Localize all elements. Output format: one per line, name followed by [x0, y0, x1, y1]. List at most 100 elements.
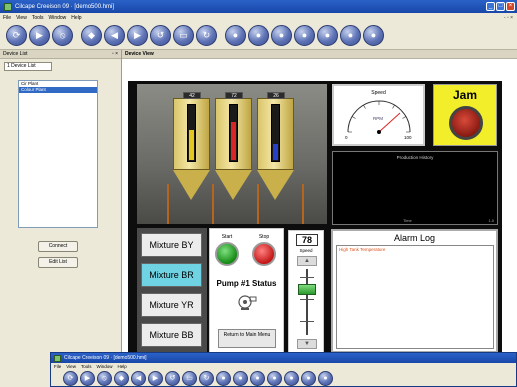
tank-scene: 42 72 26 [137, 84, 327, 224]
record-icon[interactable]: ● [271, 25, 292, 46]
tag-icon[interactable]: ◆ [114, 371, 129, 386]
maximize-button[interactable]: □ [496, 2, 505, 11]
redo-icon[interactable]: ↻ [196, 25, 217, 46]
jam-indicator: Jam [433, 84, 497, 146]
jam-title: Jam [452, 88, 478, 102]
start-label: Start [221, 234, 233, 240]
tank-readout: 26 [267, 92, 285, 99]
close-button[interactable]: × [506, 2, 515, 11]
redo-icon[interactable]: ↻ [199, 371, 214, 386]
second-window-title: Cilcape Creeison 09 · [demo500.hmi] [64, 355, 147, 361]
mixture-bb-button[interactable]: Mixture BB [141, 323, 202, 347]
device-listbox[interactable]: Cir Plant Colour Plant [18, 80, 98, 228]
menu-tools[interactable]: Tools [81, 364, 92, 369]
tank-leg [302, 184, 304, 224]
device-list-title: Device List [3, 51, 28, 57]
stop-icon[interactable]: ⦸ [97, 371, 112, 386]
pump-icon [238, 295, 257, 310]
connect-button[interactable]: Connect [38, 241, 78, 252]
menu-window[interactable]: Window [49, 15, 67, 21]
alarm-item[interactable]: High Tank Temperature [337, 246, 493, 253]
stop-icon[interactable]: ⦸ [52, 25, 73, 46]
tab-device-list[interactable]: 1 Device List [4, 62, 52, 71]
speed-slider-track[interactable] [306, 269, 308, 335]
pump-control-panel: Start Stop Pump #1 Status Return to Main… [209, 228, 284, 353]
stop-button[interactable] [252, 242, 276, 266]
minimize-button[interactable]: _ [486, 2, 495, 11]
record-icon[interactable]: ● [318, 371, 333, 386]
menu-tools[interactable]: Tools [32, 15, 44, 21]
record-icon[interactable]: ● [267, 371, 282, 386]
edit-list-button[interactable]: Edit List [38, 257, 78, 268]
forward-icon[interactable]: ▶ [148, 371, 163, 386]
screen-icon[interactable]: ▭ [182, 371, 197, 386]
record-icon[interactable]: ● [233, 371, 248, 386]
start-button[interactable] [215, 242, 239, 266]
tank-gauge [271, 104, 280, 162]
menu-view[interactable]: View [16, 15, 27, 21]
menu-file[interactable]: File [3, 15, 11, 21]
second-window-toolbar: ⟳ ▶ ⦸ ◆ ◀ ▶ ↺ ▭ ↻ ● ● ● ● ● ● ● [51, 370, 516, 386]
record-icon[interactable]: ● [284, 371, 299, 386]
slider-tick [300, 277, 314, 278]
menu-help[interactable]: Help [71, 15, 81, 21]
menu-help[interactable]: Help [117, 364, 126, 369]
record-icon[interactable]: ● [301, 371, 316, 386]
list-item[interactable]: Colour Plant [19, 87, 97, 93]
undo-icon[interactable]: ↺ [165, 371, 180, 386]
tank-leg [167, 184, 169, 224]
second-window-menu: File View Tools Window Help [51, 363, 516, 370]
alarm-list[interactable]: High Tank Temperature [336, 245, 494, 349]
history-title: Production History [396, 155, 434, 160]
tank-gauge [229, 104, 238, 162]
speedometer-unit: RPM [373, 116, 383, 121]
device-view-header: Device View [122, 50, 517, 59]
return-to-main-menu-button[interactable]: Return to Main Menu [218, 329, 276, 348]
menu-view[interactable]: View [66, 364, 76, 369]
mixture-br-button[interactable]: Mixture BR [141, 263, 202, 287]
pump-status-label: Pump #1 Status [216, 279, 277, 288]
undo-icon[interactable]: ↺ [150, 25, 171, 46]
refresh-icon[interactable]: ⟳ [63, 371, 78, 386]
record-icon[interactable]: ● [225, 25, 246, 46]
tank-level [273, 144, 278, 160]
second-window: Cilcape Creeison 09 · [demo500.hmi] File… [50, 352, 517, 387]
tank-readout: 42 [183, 92, 201, 99]
window-title: Cilcape Creeison 09 · [demo500.hmi] [15, 3, 115, 10]
alarm-log-title: Alarm Log [393, 233, 436, 243]
record-icon[interactable]: ● [317, 25, 338, 46]
speed-down-button[interactable]: ▼ [297, 339, 317, 349]
menu-window[interactable]: Window [96, 364, 112, 369]
mixture-yr-button[interactable]: Mixture YR [141, 293, 202, 317]
screen-icon[interactable]: ▭ [173, 25, 194, 46]
speed-up-button[interactable]: ▲ [297, 256, 317, 266]
tank-cone [215, 170, 252, 200]
record-icon[interactable]: ● [294, 25, 315, 46]
refresh-icon[interactable]: ⟳ [6, 25, 27, 46]
speed-slider-thumb[interactable] [298, 284, 316, 295]
app-icon [4, 2, 12, 11]
play-icon[interactable]: ▶ [29, 25, 50, 46]
speedometer-min: 0 [345, 135, 348, 140]
device-list-panel: Device List ▫ × 1 Device List Cir Plant … [0, 50, 122, 387]
back-icon[interactable]: ◀ [104, 25, 125, 46]
forward-icon[interactable]: ▶ [127, 25, 148, 46]
tank [215, 98, 252, 203]
record-icon[interactable]: ● [363, 25, 384, 46]
back-icon[interactable]: ◀ [131, 371, 146, 386]
record-icon[interactable]: ● [248, 25, 269, 46]
stop-label: Stop [258, 234, 270, 240]
jam-button[interactable] [449, 106, 483, 140]
mixture-by-button[interactable]: Mixture BY [141, 233, 202, 257]
app-icon [54, 354, 61, 362]
tank [257, 98, 294, 203]
play-icon[interactable]: ▶ [80, 371, 95, 386]
tag-icon[interactable]: ◆ [81, 25, 102, 46]
record-icon[interactable]: ● [216, 371, 231, 386]
menu-file[interactable]: File [54, 364, 61, 369]
mdi-controls[interactable]: - ▫ × [504, 15, 513, 21]
record-icon[interactable]: ● [250, 371, 265, 386]
alarm-log: Alarm Log High Tank Temperature [331, 229, 498, 353]
dock-controls[interactable]: ▫ × [112, 51, 118, 57]
record-icon[interactable]: ● [340, 25, 361, 46]
